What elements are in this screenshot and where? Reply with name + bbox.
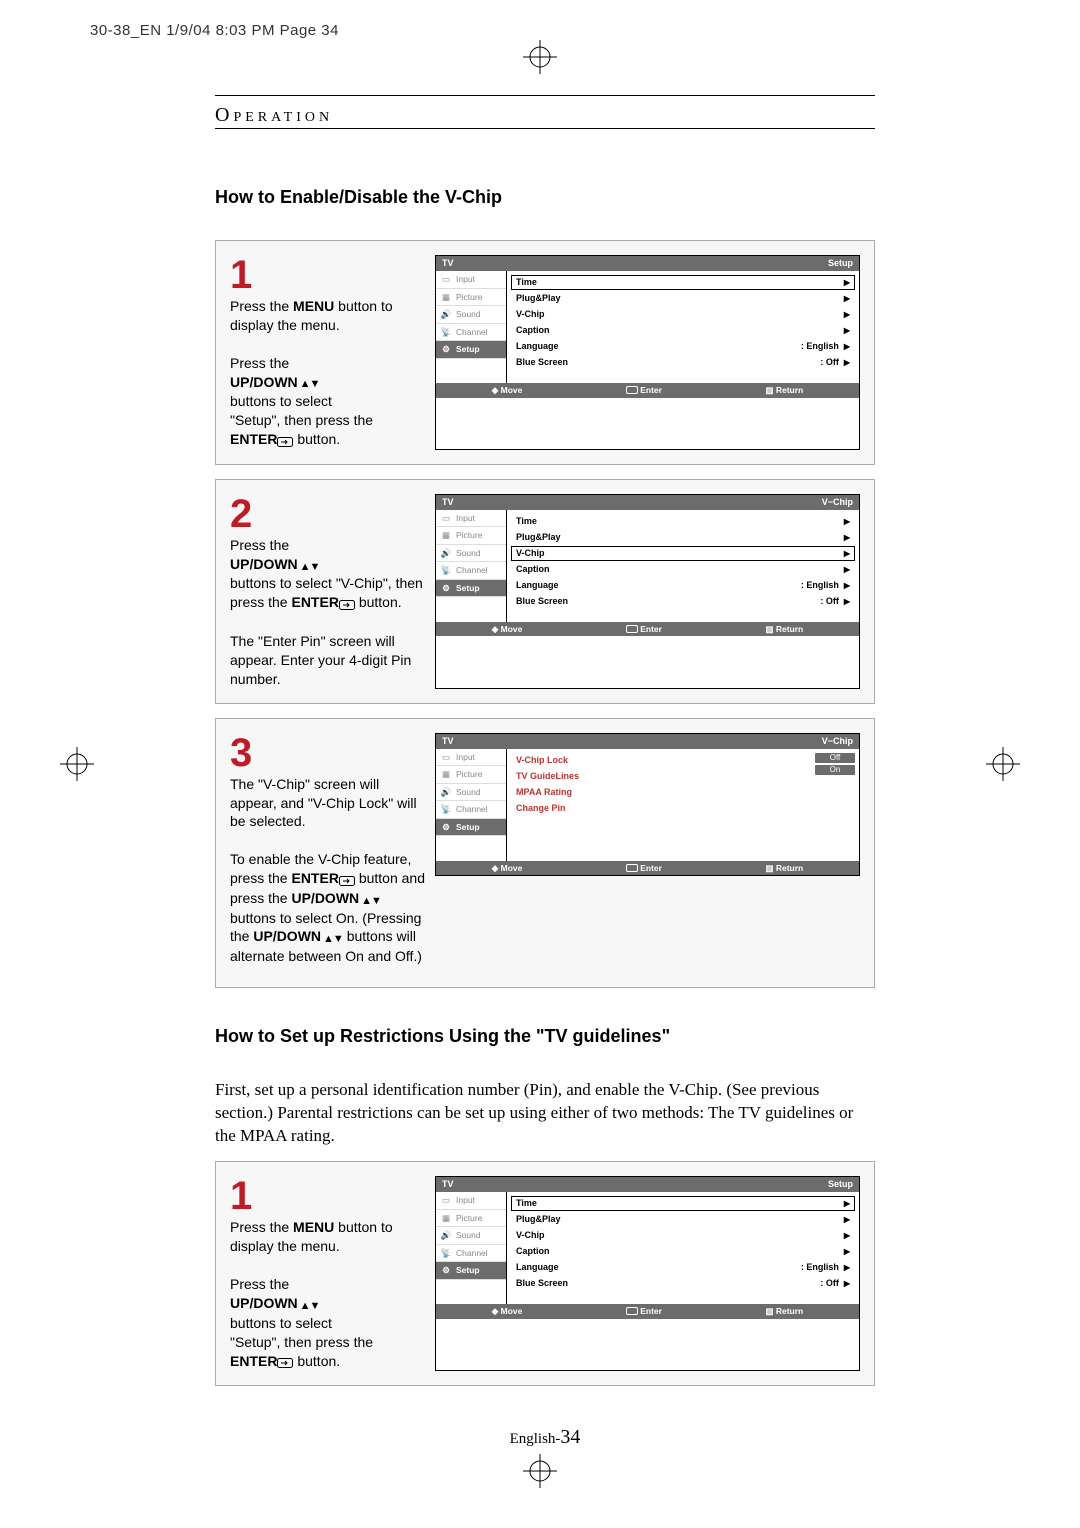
osd-setup-time-2: TVSetup ▭Input ▦Picture 🔊Sound 📡Channel … xyxy=(435,1176,860,1371)
step-1-tvguide: 1 Press the MENU button to display the m… xyxy=(215,1161,875,1386)
step-2-text: 2 Press the UP/DOWN buttons to select "V… xyxy=(230,494,425,689)
registration-mark-right xyxy=(986,747,1020,781)
osd-side-setup: ⚙Setup xyxy=(436,341,506,359)
osd-side-input: ▭Input xyxy=(436,271,506,289)
enter-icon xyxy=(277,431,293,450)
registration-mark-bottom xyxy=(523,1454,557,1488)
step-number-1: 1 xyxy=(230,255,425,295)
up-down-arrows-icon xyxy=(298,556,320,575)
up-down-arrows-icon xyxy=(321,928,343,947)
step-3-text: 3 The "V-Chip" screen will appear, and "… xyxy=(230,733,425,973)
osd-side-channel: 📡Channel xyxy=(436,324,506,342)
step-1: 1 Press the MENU button to display the m… xyxy=(215,240,875,465)
section-heading: Operation xyxy=(215,104,875,127)
step-1-text: 1 Press the MENU button to display the m… xyxy=(230,255,425,450)
vchip-off-badge: Off xyxy=(815,753,855,763)
osd-side-picture: ▦Picture xyxy=(436,289,506,307)
step-number-2: 2 xyxy=(230,494,425,534)
registration-mark-top xyxy=(523,40,557,74)
step-number-1b: 1 xyxy=(230,1176,425,1216)
page-footer: English-34 xyxy=(215,1426,875,1449)
step-1-tvguide-text: 1 Press the MENU button to display the m… xyxy=(230,1176,425,1371)
enter-icon xyxy=(339,594,355,613)
osd-setup-time: TVSetup ▭Input ▦Picture 🔊Sound 📡Channel … xyxy=(435,255,860,450)
step-number-3: 3 xyxy=(230,733,425,773)
step-3: 3 The "V-Chip" screen will appear, and "… xyxy=(215,718,875,988)
up-down-arrows-icon xyxy=(298,1295,320,1314)
heading-tv-guidelines: How to Set up Restrictions Using the "TV… xyxy=(215,1026,875,1047)
registration-mark-left xyxy=(60,747,94,781)
vchip-on-badge: On xyxy=(815,765,855,775)
step-2: 2 Press the UP/DOWN buttons to select "V… xyxy=(215,479,875,704)
print-job-header: 30-38_EN 1/9/04 8:03 PM Page 34 xyxy=(90,22,339,39)
osd-side-sound: 🔊Sound xyxy=(436,306,506,324)
up-down-arrows-icon xyxy=(298,373,320,392)
heading-enable-vchip: How to Enable/Disable the V-Chip xyxy=(215,187,875,208)
osd-vchip-screen: TVV−Chip ▭Input ▦Picture 🔊Sound 📡Channel… xyxy=(435,733,860,877)
osd-setup-vchip: TVV−Chip ▭Input ▦Picture 🔊Sound 📡Channel… xyxy=(435,494,860,689)
intro-paragraph: First, set up a personal identification … xyxy=(215,1079,875,1148)
enter-icon xyxy=(277,1352,293,1371)
enter-icon xyxy=(339,870,355,889)
up-down-arrows-icon xyxy=(359,890,381,909)
